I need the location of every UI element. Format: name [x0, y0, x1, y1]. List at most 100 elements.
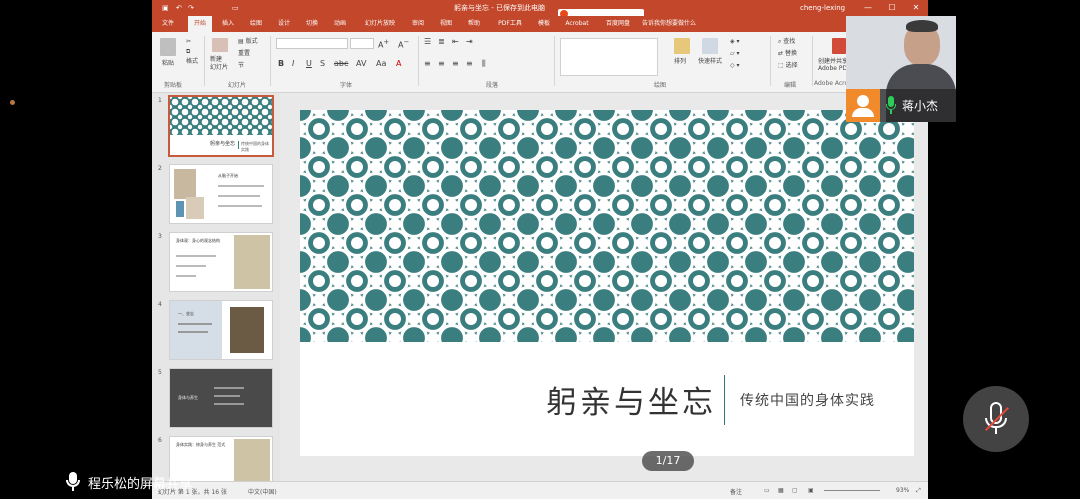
find-button[interactable]: ⌕ 查找: [778, 38, 795, 46]
participant-name-bar: 蒋小杰: [846, 89, 956, 122]
slide-thumbnail-4[interactable]: 一、坐忘: [170, 301, 272, 359]
align-right-icon[interactable]: ≡: [452, 60, 459, 68]
thumbnail-text-line: [214, 387, 244, 389]
slide-title[interactable]: 躬亲与坐忘: [546, 377, 716, 422]
adobe-pdf-icon[interactable]: [832, 38, 846, 54]
arrange-button[interactable]: 排列: [674, 58, 686, 66]
tab-file[interactable]: 文件: [158, 16, 178, 32]
tab-insert[interactable]: 插入: [218, 16, 238, 32]
thumbnail-text-line: [176, 265, 206, 267]
fit-to-window-icon[interactable]: ⤢: [916, 487, 921, 495]
sorter-view-icon[interactable]: ▦: [778, 487, 784, 494]
replace-button[interactable]: ⇄ 替换: [778, 50, 797, 58]
save-icon[interactable]: ▣: [162, 0, 169, 16]
current-slide[interactable]: 躬亲与坐忘 传统中国的身体实践: [300, 110, 914, 456]
font-size-field[interactable]: [350, 38, 374, 49]
zoom-level[interactable]: 93%: [896, 487, 909, 494]
format-painter-button[interactable]: 格式: [186, 58, 198, 66]
tab-draw[interactable]: 绘图: [246, 16, 266, 32]
bullets-icon[interactable]: ☰: [424, 38, 431, 46]
slide-thumbnail-5[interactable]: 身体与养生: [170, 369, 272, 427]
slideshow-view-icon[interactable]: ▣: [808, 487, 814, 494]
tab-acrobat[interactable]: Acrobat: [562, 16, 592, 32]
avatar-body-icon: [852, 108, 874, 117]
select-button[interactable]: ⬚ 选择: [778, 62, 798, 70]
slide-thumbnail-2[interactable]: 从脑子开始: [170, 165, 272, 223]
change-case-icon[interactable]: Aa: [376, 60, 386, 68]
tab-transitions[interactable]: 切换: [302, 16, 322, 32]
maximize-icon[interactable]: ☐: [880, 0, 904, 16]
tab-view[interactable]: 视图: [436, 16, 456, 32]
paste-button[interactable]: 粘贴: [162, 60, 174, 68]
shape-effects-icon[interactable]: ◇ ▾: [730, 62, 740, 70]
align-center-icon[interactable]: ≡: [438, 60, 445, 68]
language-indicator[interactable]: 中文(中国): [248, 487, 277, 496]
strikethrough-icon[interactable]: abc: [334, 60, 348, 68]
align-left-icon[interactable]: ≡: [424, 60, 431, 68]
tab-template[interactable]: 模板: [534, 16, 554, 32]
tab-design[interactable]: 设计: [274, 16, 294, 32]
font-color-icon[interactable]: A: [396, 60, 401, 68]
tab-pdf-tools[interactable]: PDF工具: [494, 16, 526, 32]
cut-icon[interactable]: ✂: [186, 38, 191, 46]
tab-animations[interactable]: 动画: [330, 16, 350, 32]
slide-subtitle[interactable]: 传统中国的身体实践: [740, 390, 875, 410]
decrease-indent-icon[interactable]: ⇤: [452, 38, 459, 46]
justify-icon[interactable]: ≡: [466, 60, 473, 68]
shape-outline-icon[interactable]: ▱ ▾: [730, 50, 740, 58]
italic-icon[interactable]: I: [292, 60, 294, 68]
tell-me-search[interactable]: 告诉我你想要做什么: [642, 16, 716, 32]
slide-thumbnail-1[interactable]: 躬亲与坐忘 传统中国的身体实践: [170, 97, 272, 155]
redo-icon[interactable]: ↷: [188, 0, 194, 16]
layout-button[interactable]: ▤ 版式: [238, 38, 258, 46]
quick-styles-button[interactable]: 快速样式: [698, 58, 722, 66]
group-label-drawing: 绘图: [654, 82, 667, 89]
group-label-font: 字体: [340, 82, 353, 89]
copy-icon[interactable]: ⧉: [186, 48, 190, 56]
powerpoint-window: ▣ ↶ ↷ ▭ 躬亲与坐忘 - 已保存到此电脑 cheng-lexing — ☐…: [152, 0, 928, 499]
tab-help[interactable]: 帮助: [464, 16, 484, 32]
tab-slideshow[interactable]: 幻灯片放映: [360, 16, 400, 32]
tab-review[interactable]: 审阅: [408, 16, 428, 32]
grow-font-icon[interactable]: A+: [378, 38, 389, 50]
close-icon[interactable]: ✕: [904, 0, 928, 16]
slide-thumbnail-3[interactable]: 身体观：身心的观念结构: [170, 233, 272, 291]
notes-button[interactable]: 备注: [730, 487, 742, 496]
user-name[interactable]: cheng-lexing: [800, 0, 845, 16]
tab-home[interactable]: 开始: [188, 16, 212, 32]
new-slide-button[interactable]: 新建 幻灯片: [210, 56, 228, 72]
increase-indent-icon[interactable]: ⇥: [466, 38, 473, 46]
present-icon[interactable]: ▭: [232, 0, 239, 16]
divider: [418, 36, 419, 86]
tab-baidu-netdisk[interactable]: 百度网盘: [602, 16, 634, 32]
char-spacing-icon[interactable]: AV: [356, 60, 366, 68]
minimize-icon[interactable]: —: [856, 0, 880, 16]
divider: [554, 36, 555, 86]
font-name-field[interactable]: [276, 38, 348, 49]
section-button[interactable]: 节: [238, 62, 244, 70]
reset-button[interactable]: 重置: [238, 50, 250, 58]
thumbnail-title: 躬亲与坐忘: [210, 141, 236, 147]
reading-view-icon[interactable]: ▢: [792, 487, 798, 494]
quick-styles-icon[interactable]: [702, 38, 718, 54]
new-slide-icon[interactable]: [212, 38, 228, 52]
group-label-slides: 幻灯片: [228, 82, 247, 89]
shapes-gallery[interactable]: [560, 38, 658, 76]
columns-icon[interactable]: ⫼: [482, 60, 486, 68]
shadow-icon[interactable]: S: [320, 60, 325, 68]
shape-fill-icon[interactable]: ◈ ▾: [730, 38, 740, 46]
slide-canvas[interactable]: 躬亲与坐忘 传统中国的身体实践 1/17: [280, 93, 928, 481]
normal-view-icon[interactable]: ▭: [764, 487, 770, 494]
numbering-icon[interactable]: ≣: [438, 38, 445, 46]
shrink-font-icon[interactable]: A−: [398, 38, 409, 50]
bold-icon[interactable]: B: [278, 60, 284, 68]
undo-icon[interactable]: ↶: [176, 0, 182, 16]
paste-icon[interactable]: [160, 38, 176, 56]
mute-button[interactable]: [963, 386, 1029, 452]
underline-icon[interactable]: U: [306, 60, 312, 68]
thumbnail-image: [234, 439, 270, 481]
participant-name: 蒋小杰: [902, 99, 939, 113]
divider: [812, 36, 813, 86]
zoom-slider[interactable]: [824, 490, 880, 491]
arrange-icon[interactable]: [674, 38, 690, 54]
